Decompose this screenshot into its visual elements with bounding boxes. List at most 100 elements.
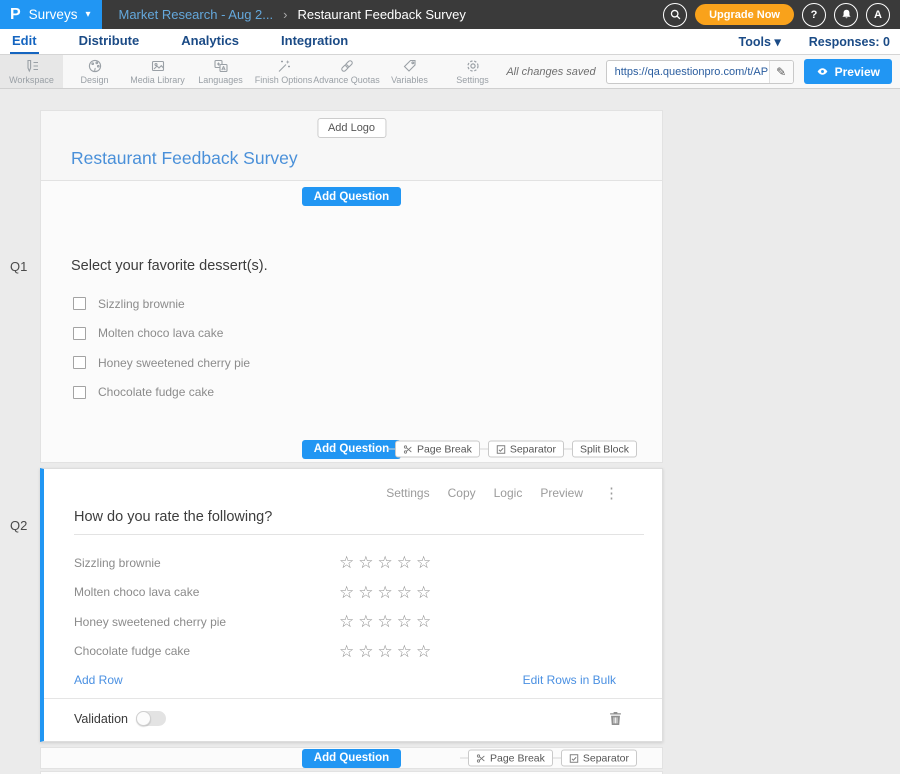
q2-settings-link[interactable]: Settings xyxy=(386,486,429,500)
toolbar-item-advance-quotas[interactable]: Advance Quotas xyxy=(315,55,378,88)
rating-row: Molten choco lava cake ☆☆☆☆☆ xyxy=(44,578,662,608)
checkbox[interactable] xyxy=(73,297,86,310)
surveys-menu[interactable]: P Surveys ▾ xyxy=(0,0,102,29)
add-question-button-top[interactable]: Add Question xyxy=(302,187,401,206)
checkbox[interactable] xyxy=(73,327,86,340)
question-block-q2-selected[interactable]: Settings Copy Logic Preview ⋮ How do you… xyxy=(40,468,663,742)
add-row-link[interactable]: Add Row xyxy=(74,673,123,687)
question-block-q1: Add Question Select your favorite desser… xyxy=(40,180,663,463)
star-icon[interactable]: ☆ xyxy=(397,613,412,630)
edit-rows-in-bulk-link[interactable]: Edit Rows in Bulk xyxy=(523,673,616,687)
star-icon[interactable]: ☆ xyxy=(339,584,354,601)
row-label: Honey sweetened cherry pie xyxy=(44,615,339,629)
add-logo-button[interactable]: Add Logo xyxy=(317,118,386,138)
toolbar-item-design[interactable]: Design xyxy=(63,55,126,88)
star-icon[interactable]: ☆ xyxy=(339,613,354,630)
star-icon[interactable]: ☆ xyxy=(358,584,373,601)
bell-icon xyxy=(840,8,853,21)
page-break-button[interactable]: Page Break xyxy=(468,750,553,767)
star-icon[interactable]: ☆ xyxy=(416,613,431,630)
survey-header-block: Add Logo Restaurant Feedback Survey xyxy=(40,110,663,180)
connector-line xyxy=(460,758,468,759)
star-rating: ☆☆☆☆☆ xyxy=(339,643,435,660)
rating-row: Chocolate fudge cake ☆☆☆☆☆ xyxy=(44,637,662,667)
split-block-button[interactable]: Split Block xyxy=(572,441,637,458)
rating-row: Sizzling brownie ☆☆☆☆☆ xyxy=(44,548,662,578)
palette-icon xyxy=(87,58,103,74)
notifications-button[interactable] xyxy=(834,3,858,27)
breadcrumb-survey-title: Restaurant Feedback Survey xyxy=(297,7,465,22)
star-icon[interactable]: ☆ xyxy=(416,584,431,601)
chain-links-icon xyxy=(339,58,355,74)
page-break-button[interactable]: Page Break xyxy=(395,441,480,458)
connector-line xyxy=(564,449,572,450)
q1-option-row: Molten choco lava cake xyxy=(41,319,662,349)
checkbox[interactable] xyxy=(73,356,86,369)
star-icon[interactable]: ☆ xyxy=(378,643,393,660)
star-icon[interactable]: ☆ xyxy=(358,643,373,660)
preview-button[interactable]: Preview xyxy=(804,59,892,84)
star-icon[interactable]: ☆ xyxy=(378,584,393,601)
topbar-actions: Upgrade Now ? A xyxy=(663,3,900,27)
save-status: All changes saved xyxy=(506,66,595,78)
search-icon xyxy=(669,8,682,21)
breadcrumb-separator-icon: › xyxy=(283,7,287,22)
tab-distribute[interactable]: Distribute xyxy=(77,29,142,54)
rating-row: Honey sweetened cherry pie ☆☆☆☆☆ xyxy=(44,607,662,637)
toolbar-item-finish-options[interactable]: Finish Options xyxy=(252,55,315,88)
separator-icon xyxy=(569,753,579,763)
search-button[interactable] xyxy=(663,3,687,27)
star-icon[interactable]: ☆ xyxy=(358,613,373,630)
add-question-button-bottom[interactable]: Add Question xyxy=(302,749,401,768)
star-icon[interactable]: ☆ xyxy=(378,554,393,571)
top-bar: P Surveys ▾ Market Research - Aug 2... ›… xyxy=(0,0,900,29)
insert-actions-bottom: Page Break Separator xyxy=(460,750,637,767)
q2-question-text[interactable]: How do you rate the following? xyxy=(74,509,644,535)
toolbar-item-media-library[interactable]: Media Library xyxy=(126,55,189,88)
q1-question-text[interactable]: Select your favorite dessert(s). xyxy=(71,258,662,274)
q2-action-menu: Settings Copy Logic Preview ⋮ xyxy=(44,484,622,502)
account-avatar[interactable]: A xyxy=(866,3,890,27)
tab-edit[interactable]: Edit xyxy=(10,29,39,54)
q2-logic-link[interactable]: Logic xyxy=(494,486,523,500)
separator-button[interactable]: Separator xyxy=(488,441,564,458)
q1-option-row: Sizzling brownie xyxy=(41,289,662,319)
delete-question-button[interactable] xyxy=(609,711,622,726)
toolbar-item-variables[interactable]: Variables xyxy=(378,55,441,88)
upgrade-now-button[interactable]: Upgrade Now xyxy=(695,4,794,25)
question-mark-icon: ? xyxy=(811,9,818,21)
star-rating: ☆☆☆☆☆ xyxy=(339,613,435,630)
question-number-q1: Q1 xyxy=(10,259,27,274)
star-icon[interactable]: ☆ xyxy=(416,554,431,571)
star-icon[interactable]: ☆ xyxy=(397,554,412,571)
star-icon[interactable]: ☆ xyxy=(339,554,354,571)
star-icon[interactable]: ☆ xyxy=(339,643,354,660)
checkbox[interactable] xyxy=(73,386,86,399)
toolbar-right: All changes saved https://qa.questionpro… xyxy=(506,55,900,88)
separator-button[interactable]: Separator xyxy=(561,750,637,767)
tools-menu[interactable]: Tools ▾ xyxy=(739,34,781,49)
star-icon[interactable]: ☆ xyxy=(358,554,373,571)
edit-url-button[interactable]: ✎ xyxy=(769,61,793,83)
toolbar-item-settings[interactable]: Settings xyxy=(441,55,504,88)
breadcrumb-folder[interactable]: Market Research - Aug 2... xyxy=(118,7,273,22)
help-button[interactable]: ? xyxy=(802,3,826,27)
tab-analytics[interactable]: Analytics xyxy=(179,29,241,54)
star-icon[interactable]: ☆ xyxy=(378,613,393,630)
kebab-menu-icon[interactable]: ⋮ xyxy=(601,484,622,502)
toolbar-item-workspace[interactable]: Workspace xyxy=(0,55,63,88)
survey-page: Add Logo Restaurant Feedback Survey Add … xyxy=(40,110,663,774)
tab-integration[interactable]: Integration xyxy=(279,29,350,54)
validation-toggle[interactable] xyxy=(136,711,166,726)
toolbar-item-languages[interactable]: Languages xyxy=(189,55,252,88)
q2-preview-link[interactable]: Preview xyxy=(540,486,583,500)
star-icon[interactable]: ☆ xyxy=(397,584,412,601)
q2-copy-link[interactable]: Copy xyxy=(448,486,476,500)
page-break-icon xyxy=(403,444,413,454)
survey-title[interactable]: Restaurant Feedback Survey xyxy=(71,148,298,169)
star-rating: ☆☆☆☆☆ xyxy=(339,554,435,571)
survey-url-input[interactable]: https://qa.questionpro.com/t/APNrFZgS xyxy=(607,61,769,83)
star-icon[interactable]: ☆ xyxy=(397,643,412,660)
star-icon[interactable]: ☆ xyxy=(416,643,431,660)
translate-icon xyxy=(213,58,229,74)
